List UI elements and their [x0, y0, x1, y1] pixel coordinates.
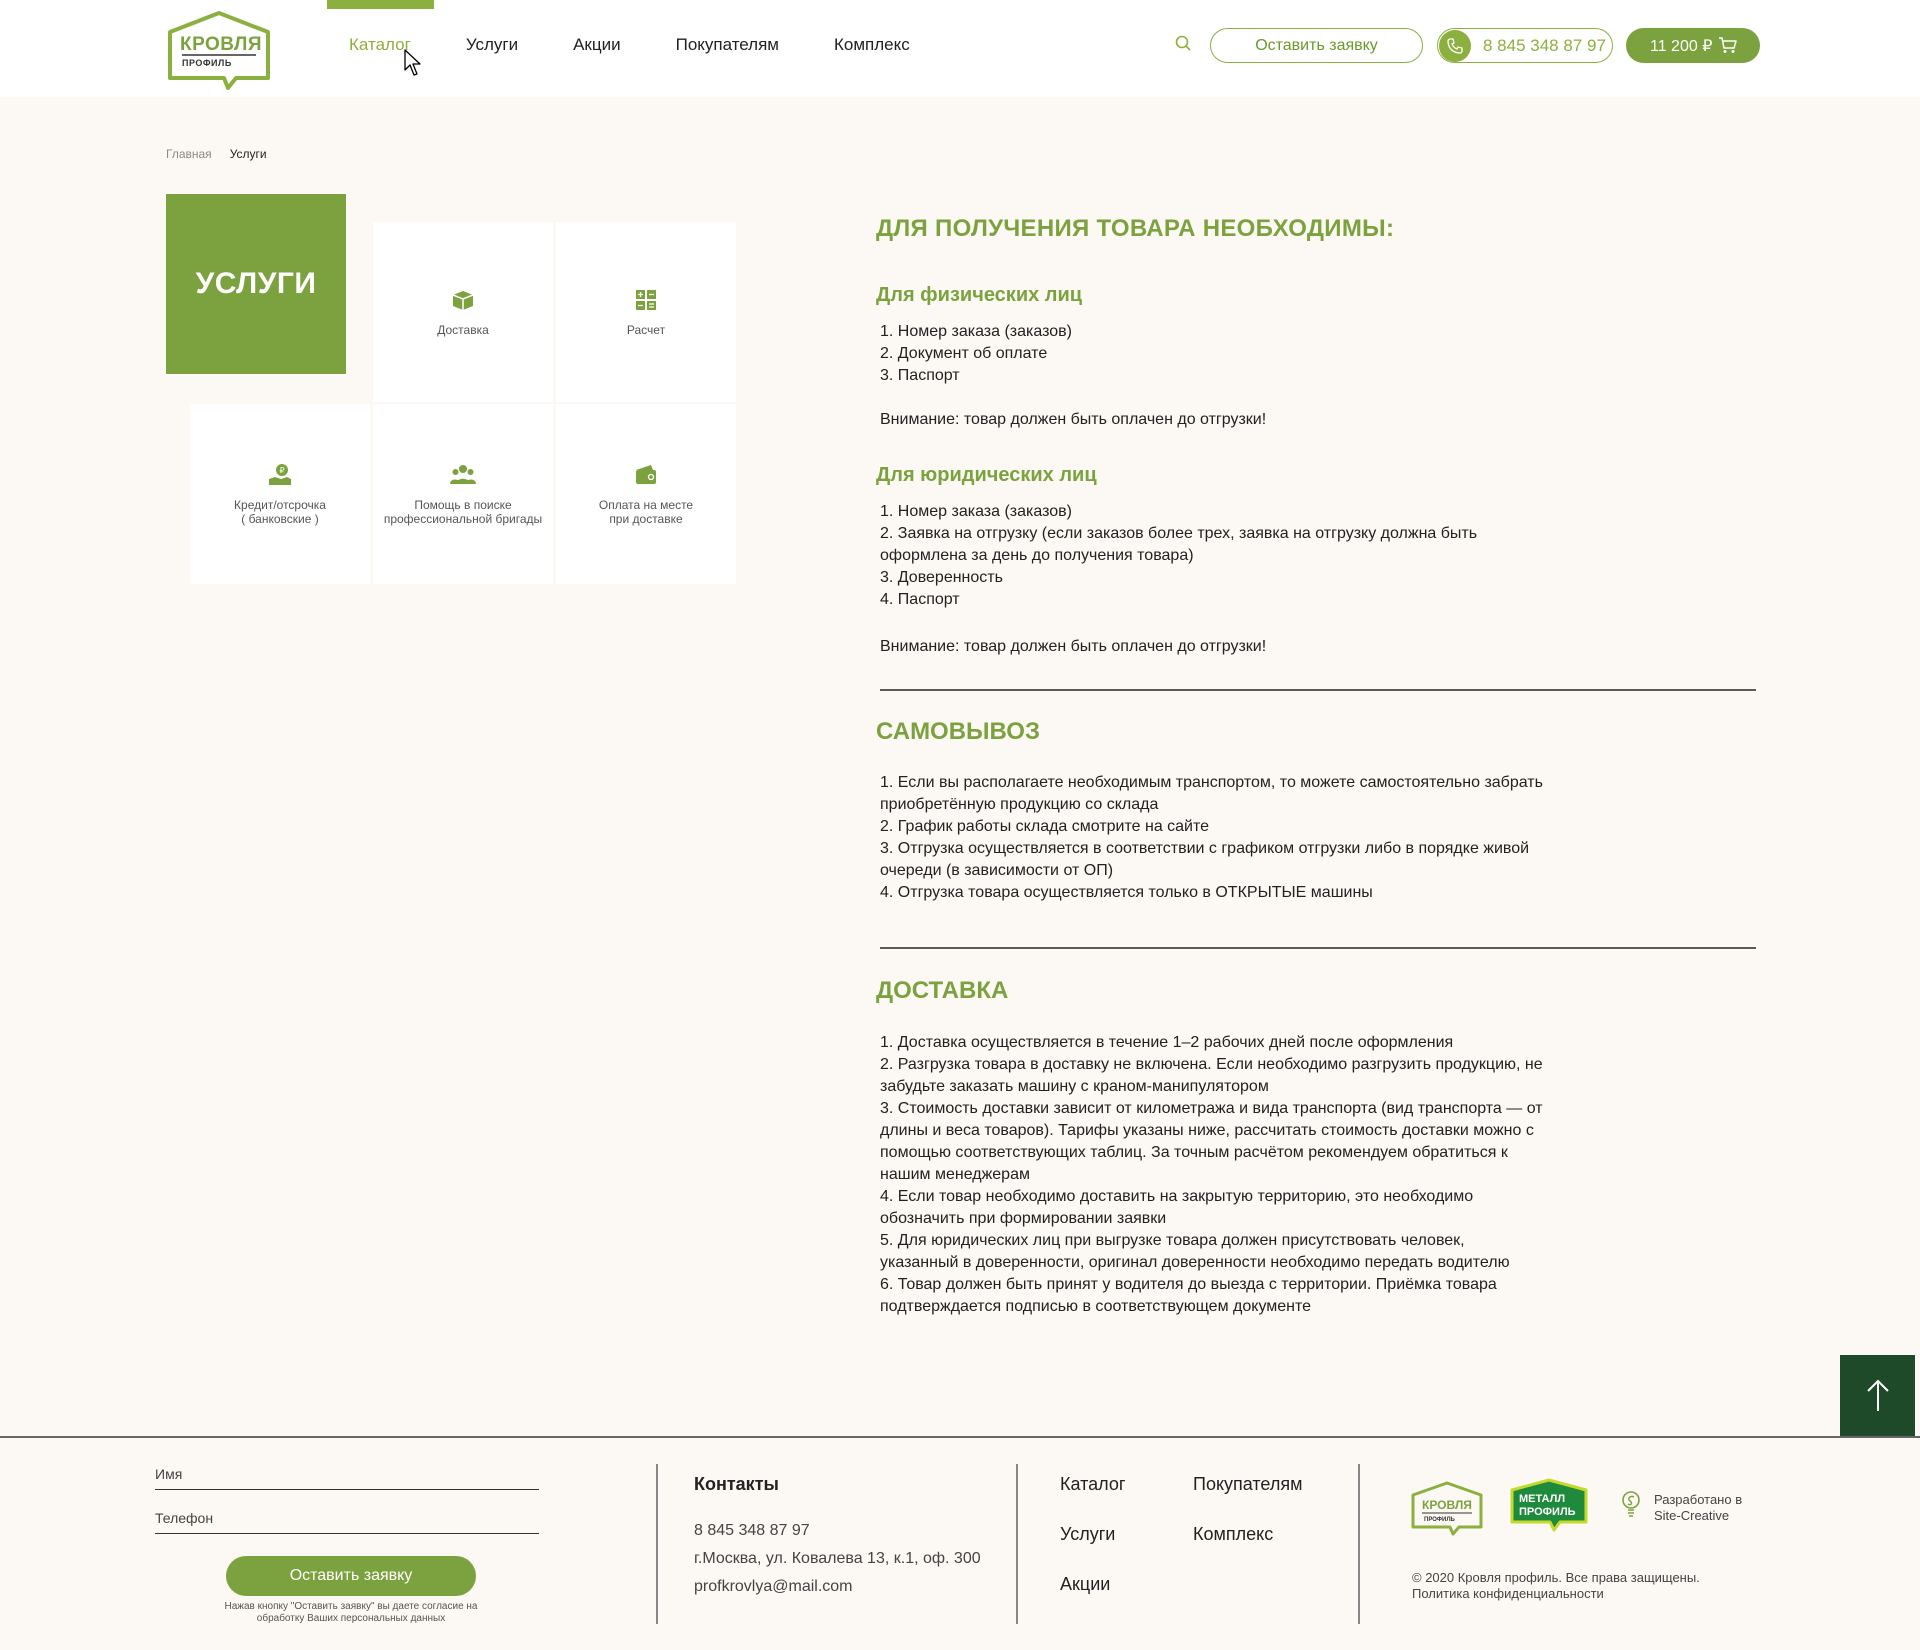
search-icon: [1175, 35, 1191, 51]
tile-payment[interactable]: Оплата на месте при доставке: [556, 404, 736, 584]
footer-link-customers[interactable]: Покупателям: [1193, 1474, 1302, 1495]
tile-label: Доставка: [437, 323, 489, 337]
contacts-heading: Контакты: [694, 1474, 779, 1494]
nav-item-customers[interactable]: Покупателям: [676, 35, 779, 55]
nav-item-promotions[interactable]: Акции: [573, 35, 621, 55]
footer-logo-krovlya[interactable]: КРОВЛЯ ПРОФИЛЬ: [1410, 1480, 1484, 1536]
breadcrumb-home[interactable]: Главная: [166, 147, 212, 161]
team-icon: [450, 465, 476, 484]
copyright-block: © 2020 Кровля профиль. Все права защищен…: [1412, 1570, 1700, 1602]
calculator-icon: [636, 290, 656, 310]
cart-total: 11 200 ₽: [1650, 37, 1713, 55]
mouse-cursor-icon: [404, 49, 421, 76]
footer-phone[interactable]: 8 845 348 87 97: [694, 1522, 810, 1540]
phone-button[interactable]: 8 845 348 87 97: [1437, 28, 1613, 63]
footer-email[interactable]: profkrovlya@mail.com: [694, 1578, 853, 1596]
footer-address: г.Москва, ул. Ковалева 13, к.1, оф. 300: [694, 1550, 981, 1567]
copyright-text: © 2020 Кровля профиль. Все права защищен…: [1412, 1570, 1700, 1585]
nav-item-complex[interactable]: Комплекс: [834, 35, 910, 55]
pickup-list: 1. Если вы располагаете необходимым тран…: [880, 774, 1543, 901]
wallet-icon: [636, 465, 656, 484]
footer-logo2-line1: МЕТАЛЛ: [1519, 1493, 1565, 1505]
footer-link-services[interactable]: Услуги: [1060, 1524, 1115, 1545]
tile-label: Кредит/отсрочка ( банковские ): [234, 498, 326, 526]
phone-input[interactable]: Телефон: [155, 1510, 539, 1534]
logo-line2: ПРОФИЛЬ: [182, 58, 232, 68]
footer-logo1-line1: КРОВЛЯ: [1422, 1498, 1472, 1512]
legal-list: 1. Номер заказа (заказов) 2. Заявка на о…: [880, 503, 1478, 608]
tile-credit[interactable]: ₽ Кредит/отсрочка ( банковские ): [190, 404, 370, 584]
logo-house-icon: КРОВЛЯ ПРОФИЛЬ: [1411, 1481, 1483, 1536]
footer-logo1-line2: ПРОФИЛЬ: [1424, 1517, 1456, 1523]
phone-icon: [1439, 29, 1471, 62]
individuals-list: 1. Номер заказа (заказов) 2. Документ об…: [880, 323, 1072, 384]
footer-logo2-line2: ПРОФИЛЬ: [1519, 1506, 1576, 1518]
breadcrumb: Главная Услуги: [166, 147, 267, 161]
main-nav: Каталог Услуги Акции Покупателям Комплек…: [349, 35, 965, 55]
header: КРОВЛЯ ПРОФИЛЬ Каталог Услуги Акции Поку…: [0, 0, 1920, 97]
logo-line1: КРОВЛЯ: [180, 34, 263, 55]
footer-divider: [656, 1464, 658, 1624]
search-button[interactable]: [1174, 34, 1194, 54]
delivery-list: 1. Доставка осуществляется в течение 1–2…: [880, 1034, 1543, 1315]
header-phone-number: 8 845 348 87 97: [1483, 35, 1606, 55]
tile-delivery[interactable]: Доставка: [373, 222, 553, 402]
section-divider: [880, 947, 1756, 949]
footer-submit-button[interactable]: Оставить заявку: [226, 1556, 476, 1596]
developer-icon: [1622, 1491, 1640, 1517]
footer-link-catalog[interactable]: Каталог: [1060, 1474, 1125, 1495]
privacy-link[interactable]: Политика конфиденциальности: [1412, 1586, 1700, 1602]
cart-icon: [1719, 37, 1737, 53]
box-icon: [452, 291, 474, 310]
site-logo[interactable]: КРОВЛЯ ПРОФИЛЬ: [166, 10, 272, 90]
name-input[interactable]: Имя: [155, 1466, 539, 1490]
tile-label: Помощь в поиске профессиональной бригады: [383, 498, 543, 526]
footer: Имя Телефон Оставить заявку Нажав кнопку…: [0, 1436, 1920, 1650]
nav-active-indicator: [327, 0, 434, 9]
individuals-note: Внимание: товар должен быть оплачен до о…: [880, 411, 1267, 428]
developer-credit[interactable]: Разработано в Site-Creative: [1654, 1492, 1742, 1524]
arrow-up-icon: [1866, 1379, 1889, 1411]
metall-logo-icon: МЕТАЛЛ ПРОФИЛЬ: [1510, 1478, 1588, 1532]
cart-button[interactable]: 11 200 ₽: [1626, 28, 1760, 63]
svg-text:₽: ₽: [280, 466, 285, 475]
section-divider: [880, 689, 1756, 691]
consent-note: Нажав кнопку "Оставить заявку" вы даете …: [224, 1601, 478, 1624]
nav-item-services[interactable]: Услуги: [466, 35, 518, 55]
nav-item-catalog[interactable]: Каталог: [349, 35, 411, 55]
footer-link-complex[interactable]: Комплекс: [1193, 1524, 1273, 1545]
tile-team[interactable]: Помощь в поиске профессиональной бригады: [373, 404, 553, 584]
tile-label: Расчет: [626, 323, 666, 337]
pickup-heading: САМОВЫВОЗ: [876, 718, 1040, 745]
services-title-tile: УСЛУГИ: [166, 194, 346, 374]
delivery-heading: ДОСТАВКА: [876, 977, 1009, 1004]
requirements-heading: ДЛЯ ПОЛУЧЕНИЯ ТОВАРА НЕОБХОДИМЫ:: [876, 215, 1395, 242]
footer-link-promotions[interactable]: Акции: [1060, 1574, 1110, 1595]
tile-label: Оплата на месте при доставке: [598, 498, 694, 526]
footer-divider: [1016, 1464, 1018, 1624]
scroll-to-top-button[interactable]: [1840, 1355, 1915, 1437]
legal-heading: Для юридических лиц: [876, 464, 1097, 486]
footer-divider: [1358, 1464, 1360, 1624]
tile-calculation[interactable]: Расчет: [556, 222, 736, 402]
breadcrumb-current: Услуги: [229, 147, 267, 161]
credit-icon: ₽: [269, 464, 291, 485]
services-title: УСЛУГИ: [195, 267, 317, 300]
request-button[interactable]: Оставить заявку: [1210, 28, 1423, 63]
individuals-heading: Для физических лиц: [876, 284, 1083, 306]
legal-note: Внимание: товар должен быть оплачен до о…: [880, 638, 1267, 655]
footer-logo-metall[interactable]: МЕТАЛЛ ПРОФИЛЬ: [1510, 1478, 1588, 1532]
